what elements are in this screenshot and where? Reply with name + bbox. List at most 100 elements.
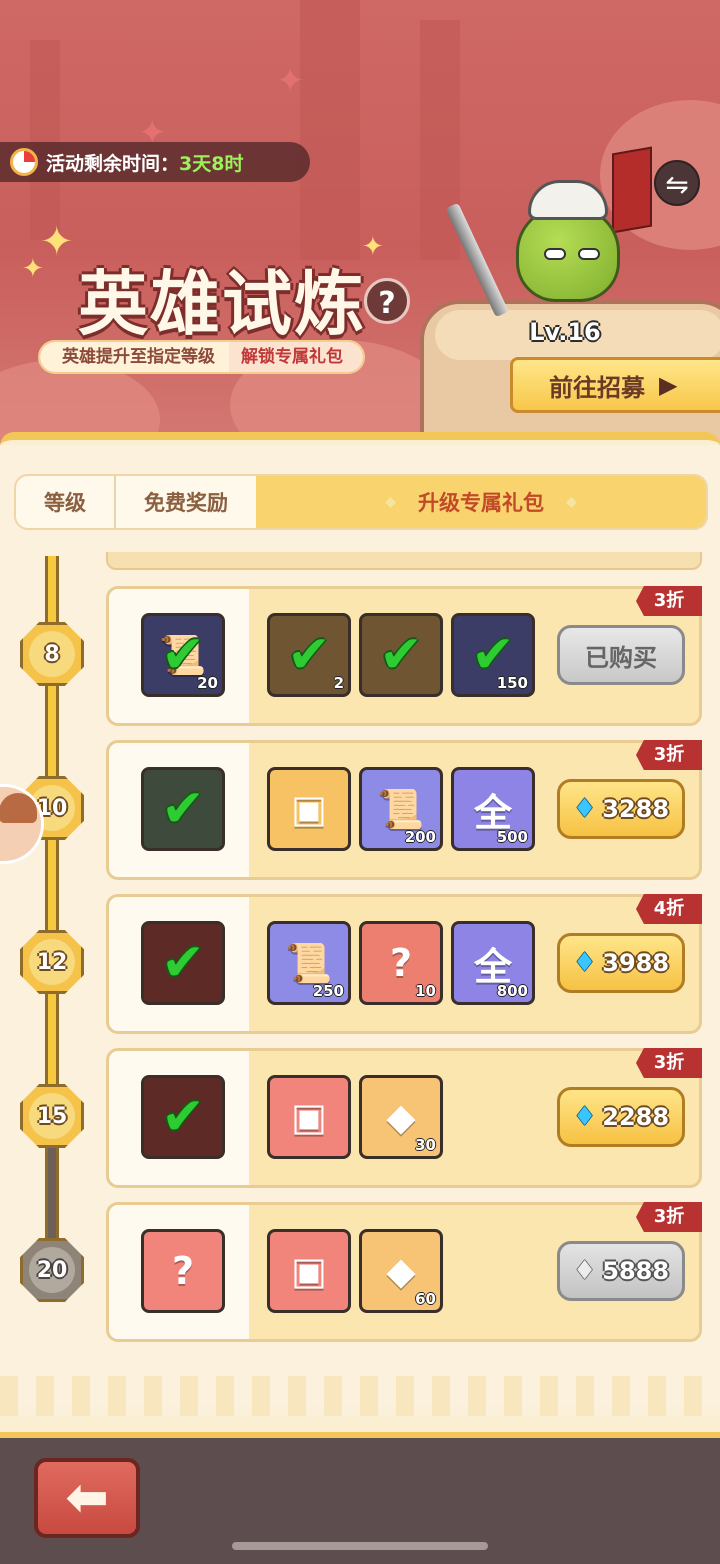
item-count: 10 [415, 982, 436, 1000]
price-label: 3988 [602, 949, 670, 977]
treasure-chest-icon[interactable]: ✔ [359, 613, 443, 697]
red-gold-chest-icon[interactable]: ▣ [267, 1075, 351, 1159]
previous-row-edge [106, 552, 702, 570]
card-back-icon[interactable]: ✔ [141, 1075, 225, 1159]
item-count: 250 [312, 982, 344, 1000]
castle-spire [30, 40, 60, 240]
tier-row: 3折 ✔ ▣ 📜 200 全 500 ♦ 3288 [106, 740, 702, 880]
scroll-glyph: 📜 [377, 786, 425, 831]
card-back-icon[interactable]: ✔ [141, 921, 225, 1005]
tier-row-locked: 3折 ? ▣ ◆ 60 ♦ 5888 [106, 1202, 702, 1342]
diamond-icon: ♦ [572, 1102, 597, 1132]
mystery-glyph: ? [171, 1249, 195, 1293]
claimed-check-icon: ✔ [161, 779, 205, 839]
universal-orb-icon[interactable]: 全 800 [451, 921, 535, 1005]
diamond-deco-icon: ◆ [566, 494, 577, 510]
event-title: 英雄试炼 [78, 263, 366, 345]
chest-glyph: ▣ [291, 787, 327, 831]
buy-button[interactable]: ♦ 2288 [557, 1087, 685, 1147]
back-arrow-icon: ⬅ [65, 1468, 109, 1528]
timer-label: 活动剩余时间： [46, 152, 180, 175]
fire-crystal-icon[interactable]: ◆ 30 [359, 1075, 443, 1159]
buy-button-locked[interactable]: ♦ 5888 [557, 1241, 685, 1301]
item-count: 150 [496, 674, 528, 692]
buy-button[interactable]: ♦ 3288 [557, 779, 685, 839]
green-gem-chest-icon[interactable]: ▣ [267, 1229, 351, 1313]
help-button[interactable]: ? [364, 278, 410, 324]
orc-hero-icon[interactable]: ✔ 2 [267, 613, 351, 697]
event-subtitle: 英雄提升至指定等级 解锁专属礼包 [38, 340, 365, 374]
discount-badge: 3折 [636, 1202, 702, 1232]
sparkle-icon: ✦ [22, 254, 44, 284]
timer-value: 3天8时 [179, 152, 244, 175]
sparkle-icon: ✦ [40, 219, 74, 265]
fire-crystal-icon[interactable]: ◆ 60 [359, 1229, 443, 1313]
discount-badge: 3折 [636, 586, 702, 616]
tab-exclusive-label: 升级专属礼包 [418, 491, 544, 515]
tab-exclusive-pack[interactable]: ◆ 升级专属礼包 ◆ [256, 476, 706, 528]
subtitle-condition: 英雄提升至指定等级 [40, 342, 229, 372]
universal-orb-icon[interactable]: 全 500 [451, 767, 535, 851]
integral-scroll-icon[interactable]: 📜 250 [267, 921, 351, 1005]
hero-level-label: Lv.16 [529, 318, 601, 346]
orc-head [516, 206, 620, 302]
claimed-check-icon: ✔ [287, 625, 331, 685]
price-label: 2288 [602, 1103, 670, 1131]
tab-level[interactable]: 等级 [16, 476, 116, 528]
tier-row: 3折 📜 ✔ 20 ✔ 2 ✔ ✔ 150 已购买 [106, 586, 702, 726]
diamond-icon: ♦ [572, 1256, 597, 1286]
item-count: 200 [404, 828, 436, 846]
orc-hero-portrait[interactable] [508, 180, 628, 316]
item-count: 60 [415, 1290, 436, 1308]
item-count: 20 [197, 674, 218, 692]
tab-free-reward[interactable]: 免费奖励 [116, 476, 256, 528]
home-indicator[interactable] [232, 1542, 488, 1550]
puzzle-piece-icon[interactable]: ? 10 [359, 921, 443, 1005]
purchased-button[interactable]: 已购买 [557, 625, 685, 685]
item-count: 30 [415, 1136, 436, 1154]
level-number: 20 [29, 1247, 75, 1293]
item-count: 500 [496, 828, 528, 846]
subtitle-reward: 解锁专属礼包 [229, 342, 363, 372]
mystery-chest-icon[interactable]: ? [141, 1229, 225, 1313]
chest-glyph: ▣ [291, 1095, 327, 1139]
chest-glyph: ▣ [291, 1249, 327, 1293]
diamond-icon: ♦ [572, 794, 597, 824]
claimed-check-icon: ✔ [161, 1087, 205, 1147]
level-number: 15 [29, 1093, 75, 1139]
recruit-button[interactable]: 前往招募 ▶ [510, 357, 720, 413]
integral-scroll-icon[interactable]: 📜 200 [359, 767, 443, 851]
diamond-icon: ♦ [572, 948, 597, 978]
integral-scroll-icon[interactable]: 📜 ✔ 20 [141, 613, 225, 697]
avatar-hair [0, 793, 37, 823]
swap-hero-button[interactable]: ⇋ [654, 160, 700, 206]
column-tabs: 等级 免费奖励 ◆ 升级专属礼包 ◆ [14, 474, 708, 530]
tier-row: 3折 ✔ ▣ ◆ 30 ♦ 2288 [106, 1048, 702, 1188]
hero-frames-icon[interactable]: ✔ [141, 767, 225, 851]
diamond-deco-icon: ◆ [385, 494, 396, 510]
discount-badge: 4折 [636, 894, 702, 924]
orc-hair [528, 180, 608, 220]
crystal-glyph: ◆ [386, 1095, 416, 1139]
crystal-glyph: ◆ [386, 1249, 416, 1293]
item-count: 2 [333, 674, 344, 692]
recruit-label: 前往招募 [549, 373, 645, 402]
tier-row: 4折 ✔ 📜 250 ? 10 全 800 ♦ 3988 [106, 894, 702, 1034]
panel-bottom-trim [0, 1376, 720, 1416]
clock-icon [10, 148, 38, 176]
integral-scroll-icon[interactable]: ✔ 150 [451, 613, 535, 697]
puzzle-glyph: ? [389, 941, 413, 985]
back-button[interactable]: ⬅ [34, 1458, 140, 1538]
item-count: 800 [496, 982, 528, 1000]
claimed-check-icon: ✔ [161, 933, 205, 993]
claimed-check-icon: ✔ [379, 625, 423, 685]
purple-chest-icon[interactable]: ▣ [267, 767, 351, 851]
price-label: 5888 [602, 1257, 670, 1285]
discount-badge: 3折 [636, 740, 702, 770]
level-number: 8 [29, 631, 75, 677]
discount-badge: 3折 [636, 1048, 702, 1078]
scroll-glyph: 📜 [285, 940, 333, 985]
castle-silhouette [300, 0, 360, 260]
buy-button[interactable]: ♦ 3988 [557, 933, 685, 993]
sparkle-icon: ✦ [276, 61, 305, 101]
